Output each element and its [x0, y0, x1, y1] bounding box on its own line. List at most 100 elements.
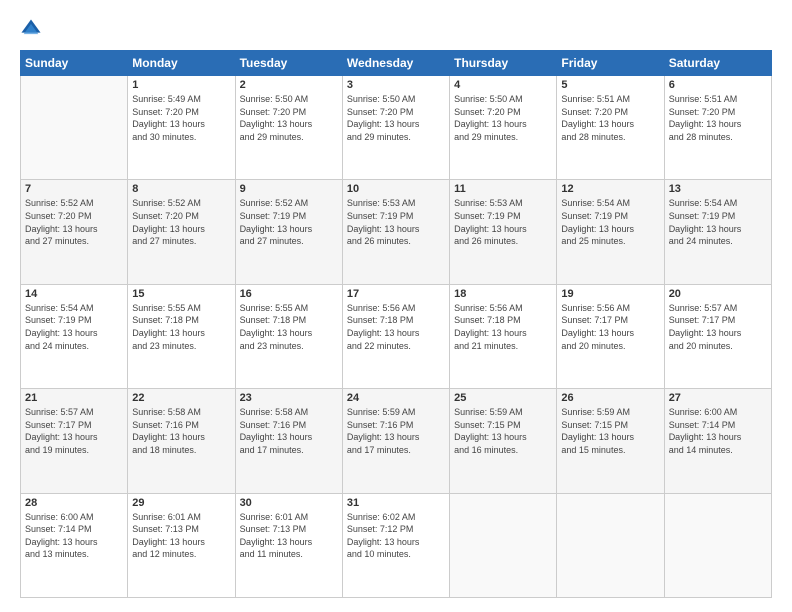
day-number: 28 [25, 497, 123, 509]
day-info: Sunrise: 5:57 AM Sunset: 7:17 PM Dayligh… [25, 406, 123, 456]
calendar-table: SundayMondayTuesdayWednesdayThursdayFrid… [20, 50, 772, 598]
calendar-cell: 26 Sunrise: 5:59 AM Sunset: 7:15 PM Dayli… [557, 389, 664, 493]
calendar-cell: 6 Sunrise: 5:51 AM Sunset: 7:20 PM Daylig… [664, 76, 771, 180]
day-info: Sunrise: 5:51 AM Sunset: 7:20 PM Dayligh… [669, 93, 767, 143]
day-number: 10 [347, 183, 445, 195]
day-info: Sunrise: 5:55 AM Sunset: 7:18 PM Dayligh… [240, 302, 338, 352]
day-info: Sunrise: 5:56 AM Sunset: 7:17 PM Dayligh… [561, 302, 659, 352]
weekday-header-saturday: Saturday [664, 51, 771, 76]
day-info: Sunrise: 5:58 AM Sunset: 7:16 PM Dayligh… [132, 406, 230, 456]
day-info: Sunrise: 5:57 AM Sunset: 7:17 PM Dayligh… [669, 302, 767, 352]
calendar-cell: 20 Sunrise: 5:57 AM Sunset: 7:17 PM Dayli… [664, 284, 771, 388]
calendar-cell: 15 Sunrise: 5:55 AM Sunset: 7:18 PM Dayli… [128, 284, 235, 388]
day-number: 5 [561, 79, 659, 91]
day-info: Sunrise: 6:01 AM Sunset: 7:13 PM Dayligh… [132, 511, 230, 561]
day-info: Sunrise: 5:52 AM Sunset: 7:20 PM Dayligh… [132, 197, 230, 247]
day-number: 8 [132, 183, 230, 195]
day-number: 6 [669, 79, 767, 91]
day-info: Sunrise: 6:00 AM Sunset: 7:14 PM Dayligh… [669, 406, 767, 456]
day-number: 15 [132, 288, 230, 300]
day-number: 18 [454, 288, 552, 300]
day-number: 24 [347, 392, 445, 404]
day-info: Sunrise: 5:59 AM Sunset: 7:15 PM Dayligh… [454, 406, 552, 456]
calendar-cell: 16Sunrise: 5:55 AM Sunset: 7:18 PM Dayli… [235, 284, 342, 388]
day-info: Sunrise: 6:00 AM Sunset: 7:14 PM Dayligh… [25, 511, 123, 561]
day-info: Sunrise: 5:51 AM Sunset: 7:20 PM Dayligh… [561, 93, 659, 143]
calendar-cell: 7Sunrise: 5:52 AM Sunset: 7:20 PM Daylig… [21, 180, 128, 284]
page: SundayMondayTuesdayWednesdayThursdayFrid… [0, 0, 792, 612]
calendar-cell: 22 Sunrise: 5:58 AM Sunset: 7:16 PM Dayli… [128, 389, 235, 493]
day-number: 25 [454, 392, 552, 404]
calendar-cell: 31 Sunrise: 6:02 AM Sunset: 7:12 PM Dayli… [342, 493, 449, 597]
calendar-week-row: 7Sunrise: 5:52 AM Sunset: 7:20 PM Daylig… [21, 180, 772, 284]
weekday-header-tuesday: Tuesday [235, 51, 342, 76]
day-info: Sunrise: 5:59 AM Sunset: 7:15 PM Dayligh… [561, 406, 659, 456]
logo-icon [20, 18, 42, 40]
day-number: 2 [240, 79, 338, 91]
weekday-header-row: SundayMondayTuesdayWednesdayThursdayFrid… [21, 51, 772, 76]
day-info: Sunrise: 5:54 AM Sunset: 7:19 PM Dayligh… [25, 302, 123, 352]
calendar-week-row: 21 Sunrise: 5:57 AM Sunset: 7:17 PM Dayli… [21, 389, 772, 493]
weekday-header-monday: Monday [128, 51, 235, 76]
calendar-cell: 17 Sunrise: 5:56 AM Sunset: 7:18 PM Dayli… [342, 284, 449, 388]
calendar-cell: 12Sunrise: 5:54 AM Sunset: 7:19 PM Dayli… [557, 180, 664, 284]
calendar-cell: 5 Sunrise: 5:51 AM Sunset: 7:20 PM Daylig… [557, 76, 664, 180]
day-info: Sunrise: 5:56 AM Sunset: 7:18 PM Dayligh… [347, 302, 445, 352]
day-number: 22 [132, 392, 230, 404]
day-info: Sunrise: 5:52 AM Sunset: 7:19 PM Dayligh… [240, 197, 338, 247]
day-number: 9 [240, 183, 338, 195]
calendar-cell: 14Sunrise: 5:54 AM Sunset: 7:19 PM Dayli… [21, 284, 128, 388]
day-info: Sunrise: 5:50 AM Sunset: 7:20 PM Dayligh… [240, 93, 338, 143]
day-info: Sunrise: 5:53 AM Sunset: 7:19 PM Dayligh… [347, 197, 445, 247]
day-number: 29 [132, 497, 230, 509]
day-number: 17 [347, 288, 445, 300]
calendar-cell: 3Sunrise: 5:50 AM Sunset: 7:20 PM Daylig… [342, 76, 449, 180]
calendar-cell: 8 Sunrise: 5:52 AM Sunset: 7:20 PM Daylig… [128, 180, 235, 284]
calendar-cell: 2 Sunrise: 5:50 AM Sunset: 7:20 PM Daylig… [235, 76, 342, 180]
calendar-week-row: 28 Sunrise: 6:00 AM Sunset: 7:14 PM Dayli… [21, 493, 772, 597]
calendar-cell: 30Sunrise: 6:01 AM Sunset: 7:13 PM Dayli… [235, 493, 342, 597]
calendar-cell: 19Sunrise: 5:56 AM Sunset: 7:17 PM Dayli… [557, 284, 664, 388]
calendar-cell: 18 Sunrise: 5:56 AM Sunset: 7:18 PM Dayli… [450, 284, 557, 388]
weekday-header-thursday: Thursday [450, 51, 557, 76]
calendar-cell: 4Sunrise: 5:50 AM Sunset: 7:20 PM Daylig… [450, 76, 557, 180]
day-number: 20 [669, 288, 767, 300]
day-info: Sunrise: 5:54 AM Sunset: 7:19 PM Dayligh… [669, 197, 767, 247]
day-number: 11 [454, 183, 552, 195]
day-number: 1 [132, 79, 230, 91]
calendar-week-row: 14Sunrise: 5:54 AM Sunset: 7:19 PM Dayli… [21, 284, 772, 388]
day-number: 3 [347, 79, 445, 91]
calendar-cell [21, 76, 128, 180]
calendar-cell: 21 Sunrise: 5:57 AM Sunset: 7:17 PM Dayli… [21, 389, 128, 493]
day-number: 27 [669, 392, 767, 404]
day-number: 23 [240, 392, 338, 404]
weekday-header-friday: Friday [557, 51, 664, 76]
day-number: 21 [25, 392, 123, 404]
calendar-cell: 1 Sunrise: 5:49 AM Sunset: 7:20 PM Daylig… [128, 76, 235, 180]
day-info: Sunrise: 5:58 AM Sunset: 7:16 PM Dayligh… [240, 406, 338, 456]
calendar-cell: 29 Sunrise: 6:01 AM Sunset: 7:13 PM Dayli… [128, 493, 235, 597]
weekday-header-wednesday: Wednesday [342, 51, 449, 76]
day-info: Sunrise: 5:56 AM Sunset: 7:18 PM Dayligh… [454, 302, 552, 352]
calendar-cell: 13 Sunrise: 5:54 AM Sunset: 7:19 PM Dayli… [664, 180, 771, 284]
calendar-cell: 25 Sunrise: 5:59 AM Sunset: 7:15 PM Dayli… [450, 389, 557, 493]
calendar-cell: 9 Sunrise: 5:52 AM Sunset: 7:19 PM Daylig… [235, 180, 342, 284]
day-number: 26 [561, 392, 659, 404]
calendar-cell: 27 Sunrise: 6:00 AM Sunset: 7:14 PM Dayli… [664, 389, 771, 493]
weekday-header-sunday: Sunday [21, 51, 128, 76]
calendar-cell: 23 Sunrise: 5:58 AM Sunset: 7:16 PM Dayli… [235, 389, 342, 493]
day-number: 13 [669, 183, 767, 195]
day-info: Sunrise: 5:49 AM Sunset: 7:20 PM Dayligh… [132, 93, 230, 143]
day-info: Sunrise: 5:55 AM Sunset: 7:18 PM Dayligh… [132, 302, 230, 352]
header [20, 18, 772, 40]
day-number: 31 [347, 497, 445, 509]
calendar-cell [557, 493, 664, 597]
calendar-cell: 11 Sunrise: 5:53 AM Sunset: 7:19 PM Dayli… [450, 180, 557, 284]
day-number: 12 [561, 183, 659, 195]
day-info: Sunrise: 6:02 AM Sunset: 7:12 PM Dayligh… [347, 511, 445, 561]
day-number: 4 [454, 79, 552, 91]
calendar-cell: 28 Sunrise: 6:00 AM Sunset: 7:14 PM Dayli… [21, 493, 128, 597]
day-info: Sunrise: 5:53 AM Sunset: 7:19 PM Dayligh… [454, 197, 552, 247]
day-info: Sunrise: 5:59 AM Sunset: 7:16 PM Dayligh… [347, 406, 445, 456]
logo [20, 18, 45, 40]
